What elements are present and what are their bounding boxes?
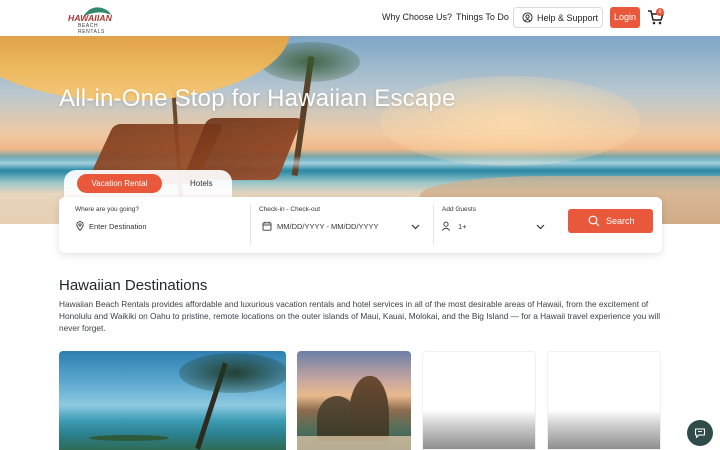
search-panel: Where are you going? Enter Destination C… bbox=[59, 197, 662, 253]
user-icon bbox=[441, 221, 451, 231]
chevron-down-icon[interactable] bbox=[536, 222, 545, 231]
destination-card-loading[interactable] bbox=[422, 351, 536, 450]
chat-icon bbox=[694, 428, 706, 439]
help-support-label: Help & Support bbox=[537, 13, 599, 23]
rock-formation-image bbox=[349, 376, 389, 441]
tab-hotels[interactable]: Hotels bbox=[190, 179, 213, 188]
dates-input[interactable]: MM/DD/YYYY - MM/DD/YYYY bbox=[277, 222, 379, 231]
chat-button[interactable] bbox=[687, 420, 713, 446]
destination-card[interactable] bbox=[297, 351, 411, 450]
search-button-label: Search bbox=[606, 216, 635, 226]
help-support-button[interactable]: Help & Support bbox=[513, 7, 603, 28]
dates-label: Check-in - Check-out bbox=[259, 206, 321, 213]
destination-card-loading[interactable] bbox=[547, 351, 661, 450]
destination-input[interactable]: Enter Destination bbox=[89, 222, 147, 231]
destinations-description: Hawaiian Beach Rentals provides affordab… bbox=[59, 299, 661, 333]
cart-count-badge: 0 bbox=[656, 8, 664, 16]
location-pin-icon bbox=[76, 221, 84, 231]
login-button[interactable]: Login bbox=[610, 7, 640, 28]
booking-tabs: Vacation Rental Hotels bbox=[64, 170, 232, 200]
tab-vacation-rental[interactable]: Vacation Rental bbox=[77, 174, 162, 193]
search-icon bbox=[588, 215, 600, 227]
search-button[interactable]: Search bbox=[568, 209, 653, 233]
logo-text: HAWAIIAN bbox=[68, 13, 113, 23]
logo-subtext: BEACH RENTALS bbox=[78, 23, 105, 35]
nav-why-choose-us[interactable]: Why Choose Us? bbox=[382, 12, 452, 22]
logo[interactable]: HAWAIIAN BEACH RENTALS bbox=[68, 5, 116, 35]
hero-title: All-in-One Stop for Hawaiian Escape bbox=[59, 85, 456, 112]
calendar-icon bbox=[262, 221, 272, 231]
destination-card[interactable] bbox=[59, 351, 286, 450]
where-label: Where are you going? bbox=[75, 206, 139, 213]
nav-things-to-do[interactable]: Things To Do bbox=[456, 12, 509, 22]
destinations-title: Hawaiian Destinations bbox=[59, 277, 208, 294]
support-icon bbox=[522, 12, 533, 23]
guests-label: Add Guests bbox=[442, 206, 476, 213]
site-header: HAWAIIAN BEACH RENTALS Why Choose Us? Th… bbox=[0, 0, 720, 36]
beach-image bbox=[297, 436, 411, 450]
chevron-down-icon[interactable] bbox=[411, 222, 420, 231]
palm-fronds-image bbox=[179, 353, 286, 393]
guests-value[interactable]: 1+ bbox=[458, 222, 467, 231]
field-divider bbox=[433, 205, 434, 245]
field-divider bbox=[250, 205, 251, 245]
island-image bbox=[89, 435, 169, 441]
